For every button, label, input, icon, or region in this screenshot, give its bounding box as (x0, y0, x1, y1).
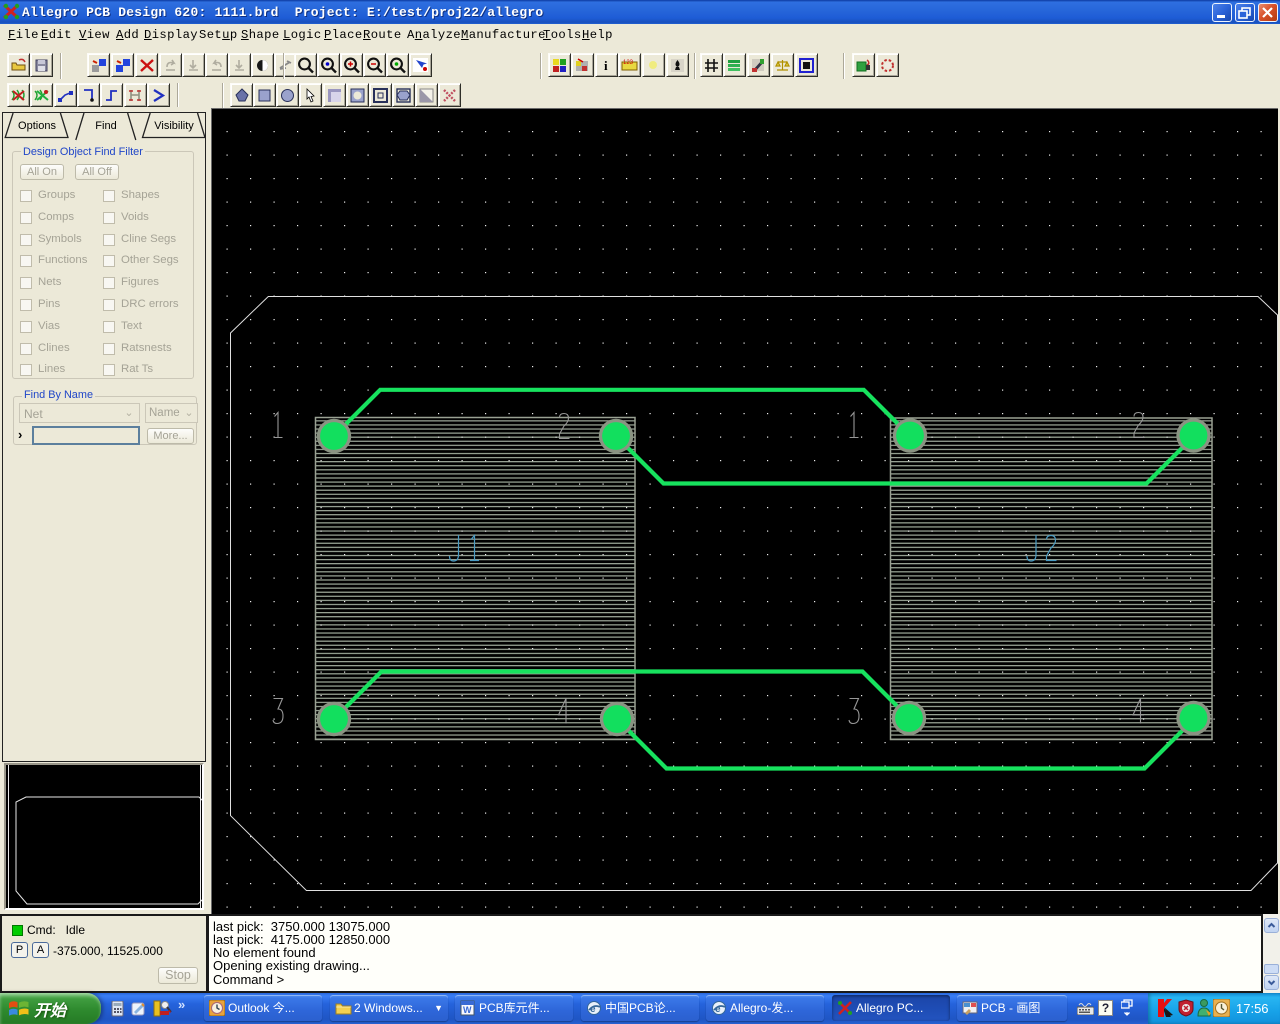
svg-text:i: i (604, 58, 608, 73)
svg-text:e: e (590, 1004, 596, 1015)
svg-text:123: 123 (623, 60, 634, 66)
svg-text:W: W (463, 1005, 472, 1015)
svg-text:e: e (715, 1004, 721, 1015)
